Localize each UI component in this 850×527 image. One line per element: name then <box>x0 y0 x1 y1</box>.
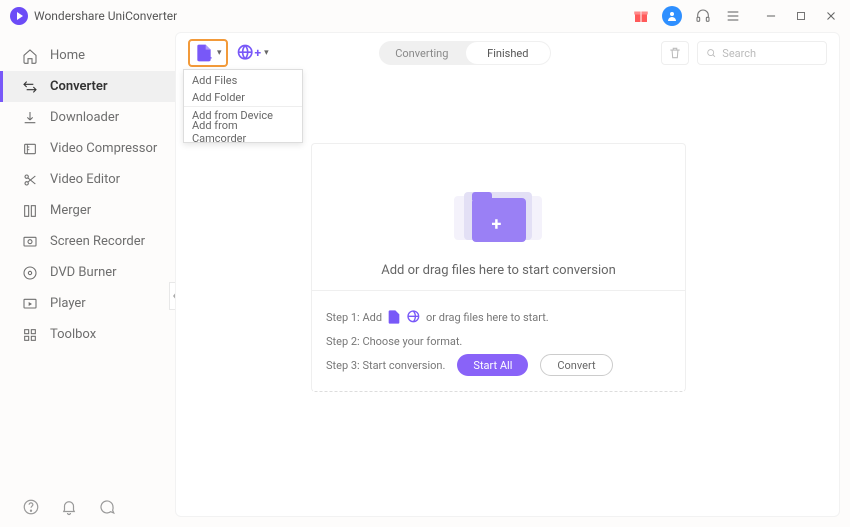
sidebar-item-dvd-burner[interactable]: DVD Burner <box>0 257 175 288</box>
sidebar-item-label: Video Editor <box>50 172 120 187</box>
record-icon <box>22 234 38 250</box>
titlebar-buttons <box>632 6 840 26</box>
download-icon <box>22 110 38 126</box>
step-1: Step 1: Add or drag files here to start. <box>326 305 671 329</box>
sidebar-item-downloader[interactable]: Downloader <box>0 102 175 133</box>
tab-finished[interactable]: Finished <box>466 42 550 64</box>
menu-icon[interactable] <box>724 7 742 25</box>
gift-icon[interactable] <box>632 7 650 25</box>
search-input[interactable] <box>722 47 818 60</box>
sidebar-item-label: Video Compressor <box>50 141 157 156</box>
sidebar-item-label: Downloader <box>50 110 119 125</box>
disc-icon <box>22 265 38 281</box>
chevron-down-icon: ▾ <box>217 48 222 58</box>
chat-icon[interactable] <box>98 498 116 516</box>
file-plus-icon <box>386 309 402 325</box>
sidebar-item-label: Merger <box>50 203 91 218</box>
play-icon <box>22 296 38 312</box>
sidebar-item-merger[interactable]: Merger <box>0 195 175 226</box>
steps-panel: Step 1: Add or drag files here to start.… <box>312 290 685 391</box>
search-icon <box>706 47 716 59</box>
minimize-icon[interactable] <box>762 7 780 25</box>
search-box[interactable] <box>697 41 827 65</box>
app-title: Wondershare UniConverter <box>34 9 177 23</box>
step-2: Step 2: Choose your format. <box>326 329 671 353</box>
merge-icon <box>22 203 38 219</box>
trash-button[interactable] <box>661 41 689 65</box>
sidebar-item-label: Home <box>50 48 85 63</box>
main-panel: + ▾ + ▾ Converting Finished Add FilesAdd… <box>175 32 840 517</box>
drop-zone-text: Add or drag files here to start conversi… <box>381 263 616 278</box>
step-3: Step 3: Start conversion. Start All Conv… <box>326 353 671 377</box>
dropdown-item-add-from-camcorder[interactable]: Add from Camcorder <box>184 123 302 140</box>
tab-converting[interactable]: Converting <box>379 41 465 65</box>
sidebar-item-converter[interactable]: Converter <box>0 71 175 102</box>
scissors-icon <box>22 172 38 188</box>
sidebar-item-label: Toolbox <box>50 327 96 342</box>
convert-button[interactable]: Convert <box>540 354 612 376</box>
headset-icon[interactable] <box>694 7 712 25</box>
titlebar: Wondershare UniConverter <box>0 0 850 32</box>
profile-avatar-icon[interactable] <box>662 6 682 26</box>
sidebar-item-video-editor[interactable]: Video Editor <box>0 164 175 195</box>
toolbar: + ▾ + ▾ Converting Finished <box>176 33 839 73</box>
close-icon[interactable] <box>822 7 840 25</box>
start-all-button[interactable]: Start All <box>457 354 528 376</box>
add-files-dropdown: Add FilesAdd FolderAdd from DeviceAdd fr… <box>183 69 303 143</box>
dropdown-item-add-files[interactable]: Add Files <box>184 72 302 89</box>
content-card: + Add or drag files here to start conver… <box>311 143 686 392</box>
logo-icon <box>10 7 28 25</box>
compress-icon <box>22 141 38 157</box>
sidebar-item-home[interactable]: Home <box>0 40 175 71</box>
conversion-tabs: Converting Finished <box>379 41 551 65</box>
svg-text:+: + <box>207 53 213 63</box>
sidebar-item-player[interactable]: Player <box>0 288 175 319</box>
chevron-down-icon: ▾ <box>264 48 269 58</box>
sidebar-item-toolbox[interactable]: Toolbox <box>0 319 175 350</box>
sidebar-item-label: DVD Burner <box>50 265 117 280</box>
grid-icon <box>22 327 38 343</box>
sidebar-item-label: Player <box>50 296 86 311</box>
help-icon[interactable] <box>22 498 40 516</box>
sidebar-bottom <box>0 487 175 527</box>
dropdown-item-add-folder[interactable]: Add Folder <box>184 89 302 106</box>
sidebar-item-label: Converter <box>50 79 108 94</box>
sidebar-item-label: Screen Recorder <box>50 234 145 249</box>
home-icon <box>22 48 38 64</box>
sidebar-item-screen-recorder[interactable]: Screen Recorder <box>0 226 175 257</box>
add-url-button[interactable]: + ▾ <box>236 43 269 63</box>
add-files-button[interactable]: + ▾ <box>188 39 228 67</box>
sidebar: Home Converter Downloader Video Compressor V… <box>0 32 175 527</box>
bell-icon[interactable] <box>60 498 78 516</box>
globe-plus-icon <box>406 309 422 325</box>
folder-plus-icon: + <box>454 174 544 249</box>
maximize-icon[interactable] <box>792 7 810 25</box>
drop-zone[interactable]: + Add or drag files here to start conver… <box>312 144 685 290</box>
sidebar-item-video-compressor[interactable]: Video Compressor <box>0 133 175 164</box>
convert-icon <box>22 79 38 95</box>
app-logo: Wondershare UniConverter <box>10 7 177 25</box>
